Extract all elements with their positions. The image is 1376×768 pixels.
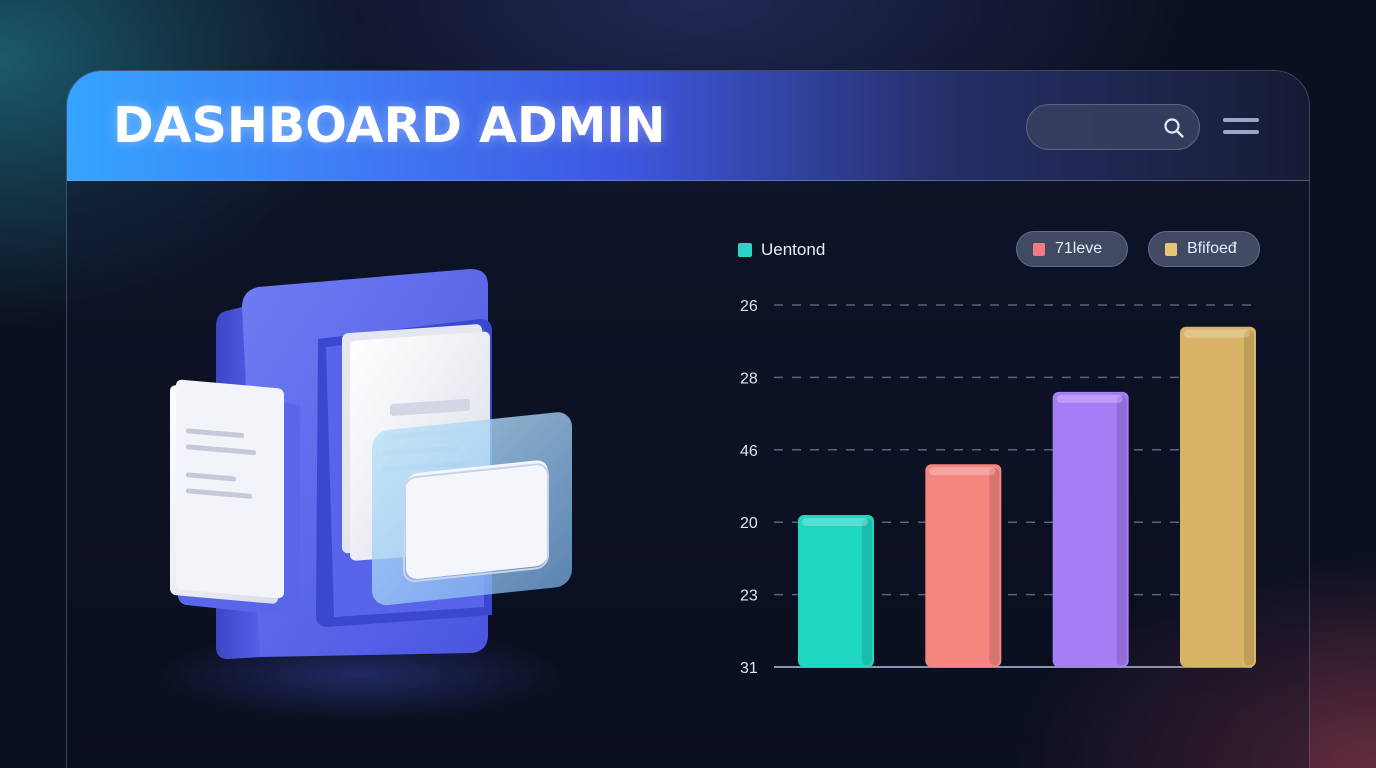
bar-highlight <box>802 517 868 526</box>
legend-pill-filter-1[interactable]: 71leve <box>1016 231 1128 267</box>
y-tick-label: 20 <box>740 515 758 532</box>
legend-item-primary: Uentond <box>738 240 825 260</box>
legend-pill-label: 71leve <box>1055 240 1103 257</box>
bar-4[interactable] <box>1180 326 1256 667</box>
bar-shade <box>862 518 872 665</box>
y-tick-label: 26 <box>740 298 758 315</box>
page-title: DASHBOARD ADMIN <box>113 97 666 154</box>
bar-highlight <box>1056 394 1123 403</box>
bar-shade <box>1244 330 1254 665</box>
search-input[interactable] <box>1026 104 1200 150</box>
search-icon[interactable] <box>1163 117 1185 139</box>
legend-swatch-teal <box>738 243 752 257</box>
legend-pill-filter-2[interactable]: Bfifoeđ <box>1148 231 1260 267</box>
bar-highlight <box>929 467 996 476</box>
file-cabinet-documents-icon <box>160 269 572 720</box>
legend-pill-label: Bfifoeđ <box>1187 240 1237 257</box>
hamburger-menu-icon[interactable] <box>1223 116 1259 138</box>
bar-1[interactable] <box>798 514 874 667</box>
bar-3[interactable] <box>1052 391 1129 667</box>
bar-2[interactable] <box>925 464 1002 667</box>
bar-chart: 26 28 46 20 23 31 <box>740 298 1256 677</box>
y-tick-label: 23 <box>740 588 758 605</box>
y-tick-label: 46 <box>740 443 758 460</box>
legend-swatch-red <box>1033 242 1045 256</box>
header-bar: DASHBOARD ADMIN <box>67 71 1309 181</box>
legend-label: Uentond <box>761 240 826 259</box>
legend-swatch-gold <box>1165 242 1177 256</box>
bar-shade <box>989 468 1000 665</box>
y-tick-label: 31 <box>740 660 758 677</box>
y-tick-label: 28 <box>740 370 758 387</box>
bar-shade <box>1116 395 1127 665</box>
bar-highlight <box>1184 329 1250 338</box>
